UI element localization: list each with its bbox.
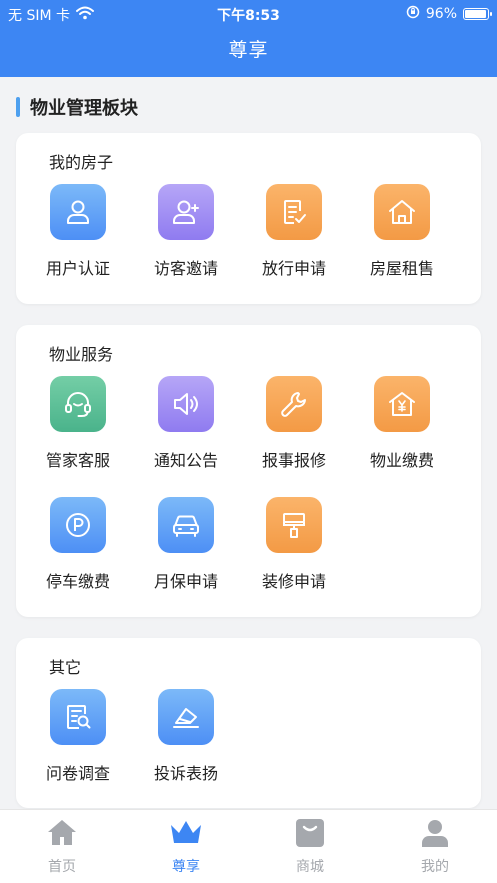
tab-label: 首页 <box>48 859 76 875</box>
tile-property-fee[interactable]: 物业缴费 <box>347 376 457 471</box>
nav-bar: 尊享 <box>0 28 497 77</box>
battery-icon <box>463 8 492 20</box>
house-yen-icon <box>374 376 430 432</box>
user-add-icon <box>158 184 214 240</box>
house-icon <box>374 184 430 240</box>
home-icon <box>0 816 124 850</box>
tab-label: 商城 <box>296 859 324 875</box>
tile-label: 报事报修 <box>261 451 326 470</box>
card-my-house: 我的房子 用户认证 访客邀请 放行申请 房屋租售 <box>16 133 481 304</box>
tile-label: 停车缴费 <box>45 572 110 591</box>
tile-notice[interactable]: 通知公告 <box>131 376 241 471</box>
tile-release-apply[interactable]: 放行申请 <box>239 184 349 279</box>
tile-house-rent-sale[interactable]: 房屋租售 <box>347 184 457 279</box>
tile-label: 物业缴费 <box>369 451 434 470</box>
tile-label: 问卷调查 <box>45 764 110 783</box>
card-title: 物业服务 <box>49 345 114 364</box>
tile-label: 管家客服 <box>45 451 110 470</box>
tile-label: 投诉表扬 <box>153 764 218 783</box>
tile-label: 房屋租售 <box>369 259 434 278</box>
section-header: 物业管理板块 <box>16 95 138 119</box>
tab-label: 我的 <box>421 859 449 875</box>
orientation-lock-icon <box>406 5 420 23</box>
tile-complaint-praise[interactable]: 投诉表扬 <box>131 689 241 784</box>
tile-user-auth[interactable]: 用户认证 <box>23 184 133 279</box>
tile-renovation-apply[interactable]: 装修申请 <box>239 497 349 592</box>
tile-parking-fee[interactable]: 停车缴费 <box>23 497 133 592</box>
tab-mall[interactable]: 商城 <box>248 810 372 883</box>
headset-icon <box>50 376 106 432</box>
tile-label: 通知公告 <box>153 451 218 470</box>
tab-mine[interactable]: 我的 <box>373 810 497 883</box>
tile-butler-service[interactable]: 管家客服 <box>23 376 133 471</box>
tab-home[interactable]: 首页 <box>0 810 124 883</box>
card-property-service: 物业服务 管家客服 通知公告 报事报修 物业缴费 停车缴费 月保申请 装修申请 <box>16 325 481 617</box>
tile-survey[interactable]: 问卷调查 <box>23 689 133 784</box>
user-icon <box>50 184 106 240</box>
wrench-icon <box>266 376 322 432</box>
survey-icon <box>50 689 106 745</box>
tab-bar: 首页 尊享 商城 我的 <box>0 809 497 883</box>
document-check-icon <box>266 184 322 240</box>
tab-exclusive[interactable]: 尊享 <box>124 810 248 883</box>
tab-label: 尊享 <box>172 859 200 875</box>
page-title: 尊享 <box>228 39 269 61</box>
card-title: 我的房子 <box>49 153 114 172</box>
tile-visitor-invite[interactable]: 访客邀请 <box>131 184 241 279</box>
tile-label: 访客邀请 <box>153 259 218 278</box>
speaker-icon <box>158 376 214 432</box>
parking-icon <box>50 497 106 553</box>
tile-report-repair[interactable]: 报事报修 <box>239 376 349 471</box>
paint-brush-icon <box>266 497 322 553</box>
battery-percent: 96% <box>425 6 457 22</box>
car-icon <box>158 497 214 553</box>
card-title: 其它 <box>49 658 82 677</box>
tile-label: 用户认证 <box>45 259 110 278</box>
tile-monthly-pass[interactable]: 月保申请 <box>131 497 241 592</box>
crown-icon <box>124 816 248 850</box>
section-title: 物业管理板块 <box>30 98 138 119</box>
feedback-icon <box>158 689 214 745</box>
tile-label: 装修申请 <box>261 572 326 591</box>
status-right: 96% <box>406 5 492 23</box>
tile-label: 月保申请 <box>153 572 218 591</box>
profile-icon <box>373 816 497 850</box>
shopping-bag-icon <box>248 816 372 850</box>
card-other: 其它 问卷调查 投诉表扬 <box>16 638 481 808</box>
tile-label: 放行申请 <box>261 259 326 278</box>
status-bar: 无 SIM 卡 下午8:53 96% <box>0 0 497 28</box>
section-accent-bar <box>16 97 20 117</box>
